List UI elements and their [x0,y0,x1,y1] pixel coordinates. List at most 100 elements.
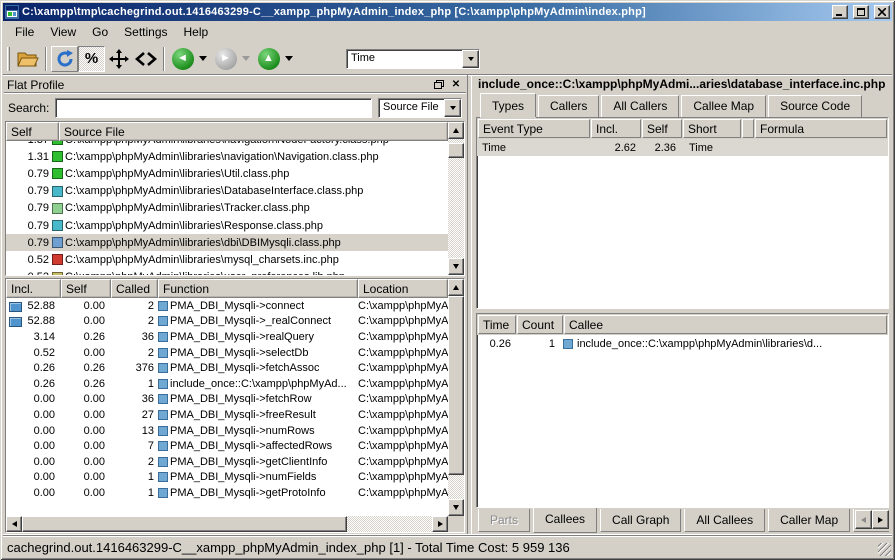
function-row[interactable]: 0.000.002PMA_DBI_Mysqli->getClientInfoC:… [6,454,448,470]
tab-caller-map[interactable]: Caller Map [768,509,850,532]
event-type-row[interactable]: Time 2.62 2.36 Time [477,139,888,156]
self-value: 0.00 [61,409,111,421]
function-row[interactable]: 52.880.002PMA_DBI_Mysqli->_realConnectC:… [6,314,448,330]
column-header-short[interactable]: Short [683,119,741,138]
toolbar-grip[interactable] [7,47,10,71]
tab-source-code[interactable]: Source Code [768,95,862,117]
function-row[interactable]: 0.260.261include_once::C:\xampp\phpMyAd.… [6,376,448,392]
close-dock-button[interactable]: ✕ [449,78,463,91]
tabs-scroll-right-button[interactable] [872,510,889,529]
source-list-vscrollbar[interactable] [448,122,464,275]
function-row[interactable]: 52.880.002PMA_DBI_Mysqli->connectC:\xamp… [6,298,448,314]
function-row[interactable]: 0.000.0013PMA_DBI_Mysqli->numRowsC:\xamp… [6,423,448,439]
minimize-button[interactable] [832,5,848,19]
relative-percent-toggle[interactable]: % [78,46,105,72]
up-dropdown-caret[interactable] [285,56,293,61]
menu-help[interactable]: Help [176,22,217,42]
column-header-function[interactable]: Function [158,279,358,298]
source-file-row[interactable]: 1.31C:\xampp\phpMyAdmin\libraries\naviga… [6,148,448,165]
scroll-down-button[interactable] [448,258,464,275]
source-file-path: C:\xampp\phpMyAdmin\libraries\Tracker.cl… [65,202,310,214]
function-row[interactable]: 0.520.002PMA_DBI_Mysqli->selectDbC:\xamp… [6,345,448,361]
column-header-incl[interactable]: Incl. [6,279,61,298]
expand-collapse-button[interactable] [132,46,159,72]
function-row[interactable]: 0.000.0027PMA_DBI_Mysqli->freeResultC:\x… [6,407,448,423]
tab-all-callees[interactable]: All Callees [684,509,765,532]
source-file-row[interactable]: 0.52C:\xampp\phpMyAdmin\libraries\mysql_… [6,251,448,268]
scrollbar-thumb[interactable] [22,516,347,532]
column-header-self[interactable]: Self [6,122,59,141]
source-file-path: C:\xampp\phpMyAdmin\libraries\user_prefe… [65,271,345,275]
tab-all-callers[interactable]: All Callers [601,95,679,117]
self-value: 0.00 [61,425,111,437]
function-row[interactable]: 0.000.007PMA_DBI_Mysqli->affectedRowsC:\… [6,438,448,454]
tab-call-graph[interactable]: Call Graph [600,509,681,532]
source-file-row[interactable]: 1.37C:\xampp\phpMyAdmin\libraries\naviga… [6,141,448,148]
column-header-formula[interactable]: Formula [755,119,887,138]
source-file-row[interactable]: 0.79C:\xampp\phpMyAdmin\libraries\Respon… [6,217,448,234]
tab-callees[interactable]: Callees [533,508,597,533]
column-header-source-file[interactable]: Source File [59,122,448,141]
back-dropdown-caret[interactable] [199,56,207,61]
tab-callers[interactable]: Callers [538,95,599,117]
menu-settings[interactable]: Settings [116,22,175,42]
column-header-event-type[interactable]: Event Type [478,119,590,138]
column-header-count[interactable]: Count [517,315,563,334]
source-file-row[interactable]: 0.79C:\xampp\phpMyAdmin\libraries\Tracke… [6,200,448,217]
source-file-row[interactable]: 0.79C:\xampp\phpMyAdmin\libraries\dbi\DB… [6,234,448,251]
column-header-incl[interactable]: Incl. [591,119,641,138]
open-file-button[interactable] [14,46,41,72]
function-row[interactable]: 0.000.001PMA_DBI_Mysqli->getProtoInfoC:\… [6,485,448,501]
scrollbar-track[interactable] [448,139,464,258]
scroll-down-button[interactable] [448,499,464,516]
column-header-called[interactable]: Called [111,279,158,298]
forward-button[interactable]: ► [212,46,239,72]
column-header-self[interactable]: Self [642,119,682,138]
column-header-spacer[interactable] [742,119,754,138]
scroll-left-button[interactable] [6,516,22,532]
close-button[interactable] [874,5,890,19]
reload-button[interactable] [51,46,78,72]
scroll-up-button[interactable] [448,122,464,139]
menu-file[interactable]: File [7,22,42,42]
callee-row[interactable]: 0.26 1 include_once::C:\xampp\phpMyAdmin… [477,335,888,352]
search-input[interactable] [55,98,372,118]
function-table-hscrollbar[interactable] [6,516,464,532]
scrollbar-track[interactable] [22,516,432,532]
maximize-button[interactable] [853,5,869,19]
column-header-time[interactable]: Time [478,315,516,334]
menu-go[interactable]: Go [84,22,116,42]
location-value: C:\xampp\phpMyA [358,300,448,312]
scrollbar-track[interactable] [448,296,464,499]
source-file-row[interactable]: 0.52C:\xampp\phpMyAdmin\libraries\user_p… [6,269,448,276]
grouping-combo[interactable]: Source File [378,98,462,118]
column-header-self[interactable]: Self [61,279,111,298]
titlebar[interactable]: C:\xampp\tmp\cachegrind.out.1416463299-C… [3,3,892,21]
back-button[interactable]: ◄ [169,46,196,72]
combo-dropdown-button[interactable] [444,99,461,117]
scroll-right-button[interactable] [432,516,448,532]
source-file-row[interactable]: 0.79C:\xampp\phpMyAdmin\libraries\Util.c… [6,165,448,182]
dock-move-button[interactable] [105,46,132,72]
dock-title: Flat Profile [7,78,429,92]
function-row[interactable]: 0.000.001PMA_DBI_Mysqli->numFieldsC:\xam… [6,470,448,486]
function-row[interactable]: 3.140.2636PMA_DBI_Mysqli->realQueryC:\xa… [6,329,448,345]
event-type-combo[interactable]: Time [346,49,480,69]
function-row[interactable]: 0.260.26376PMA_DBI_Mysqli->fetchAssocC:\… [6,360,448,376]
function-table-vscrollbar[interactable] [448,279,464,516]
scrollbar-thumb[interactable] [448,296,464,475]
menu-view[interactable]: View [42,22,84,42]
column-header-callee[interactable]: Callee [564,315,887,334]
scrollbar-thumb[interactable] [448,143,464,158]
up-button[interactable]: ▲ [255,46,282,72]
tab-types[interactable]: Types [480,93,536,117]
tab-callee-map[interactable]: Callee Map [681,95,766,117]
combo-dropdown-button[interactable] [462,50,479,68]
resize-grip[interactable] [878,543,891,556]
cost-color-swatch [52,272,63,275]
float-dock-button[interactable] [432,78,446,91]
source-file-row[interactable]: 0.79C:\xampp\phpMyAdmin\libraries\Databa… [6,183,448,200]
scroll-up-button[interactable] [448,279,464,296]
function-row[interactable]: 0.000.0036PMA_DBI_Mysqli->fetchRowC:\xam… [6,392,448,408]
column-header-location[interactable]: Location [358,279,448,298]
